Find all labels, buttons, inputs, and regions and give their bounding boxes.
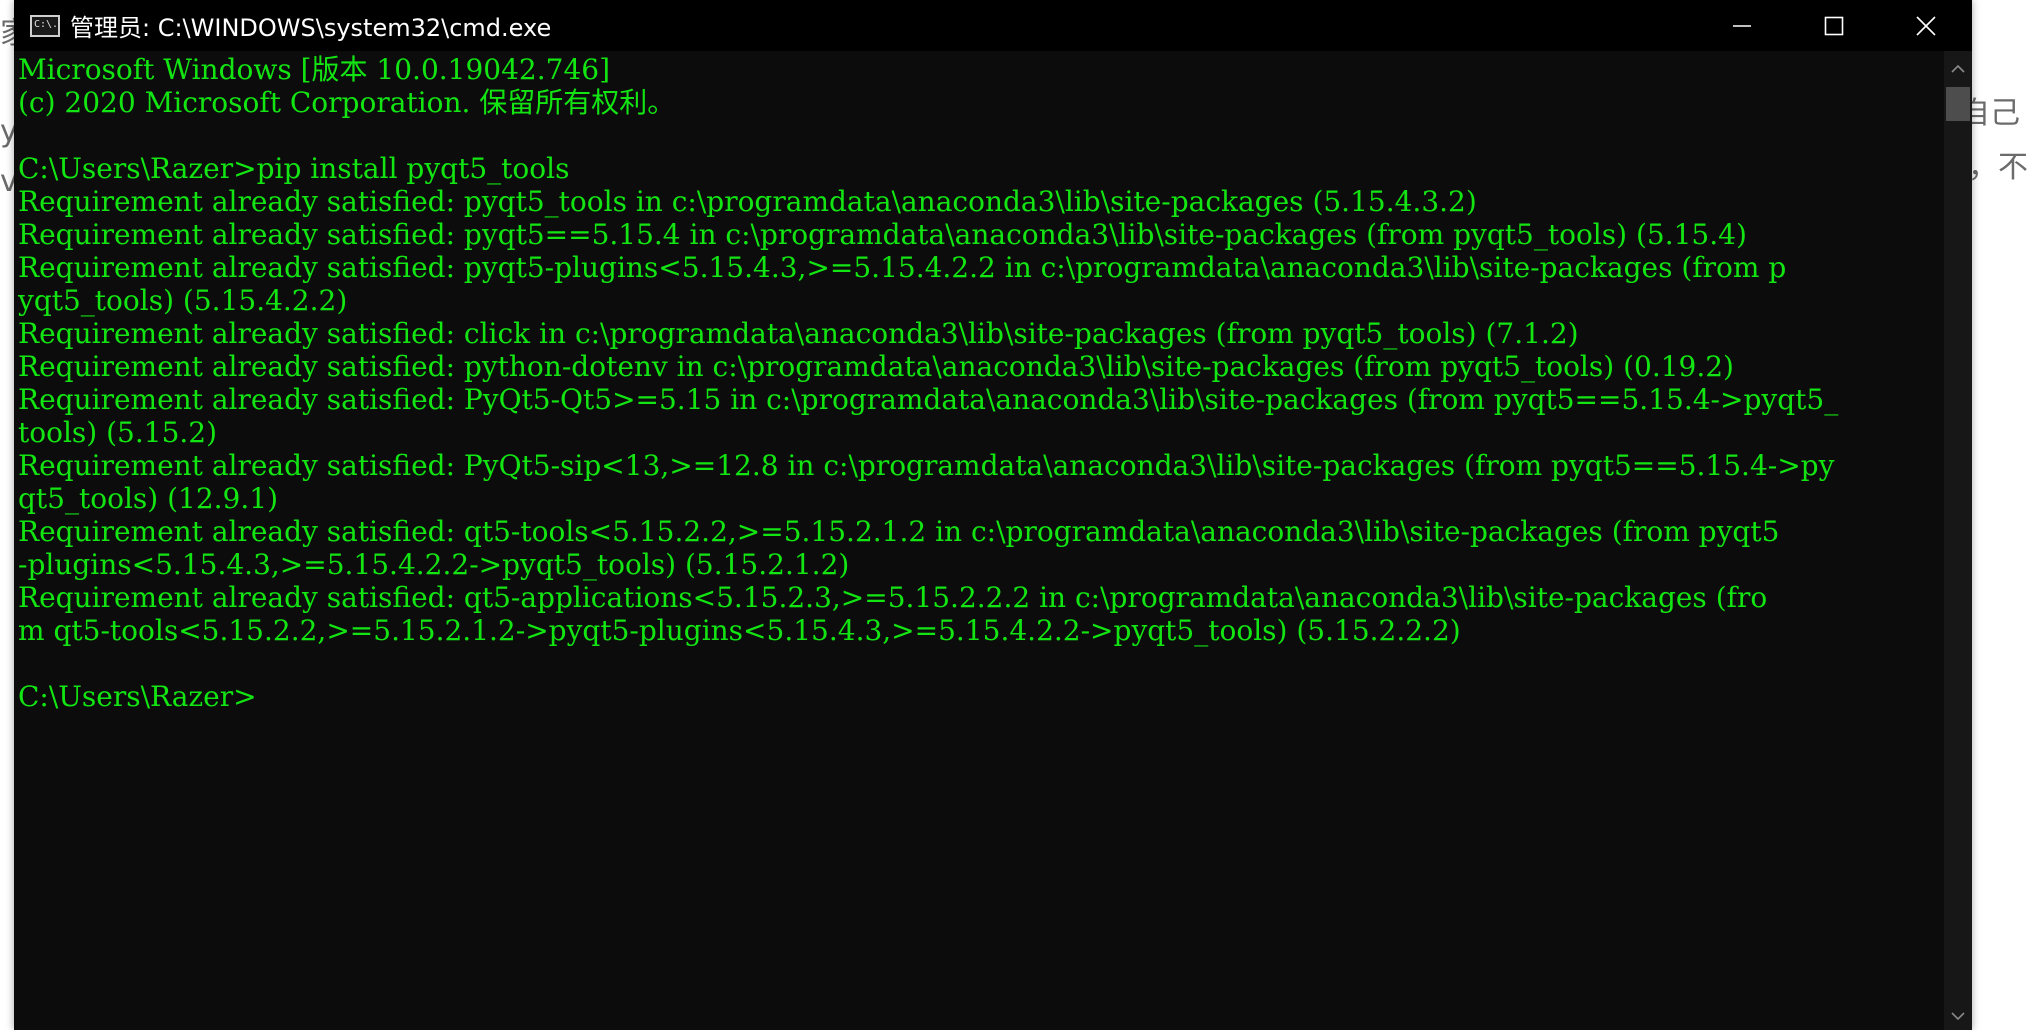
console-prompt[interactable]: C:\Users\Razer> — [18, 680, 257, 713]
title-bar[interactable]: C:\. 管理员: C:\WINDOWS\system32\cmd.exe — [14, 0, 1972, 51]
console-line: (c) 2020 Microsoft Corporation. 保留所有权利。 — [18, 86, 676, 119]
console-output[interactable]: Microsoft Windows [版本 10.0.19042.746] (c… — [14, 51, 1944, 1030]
console-line: Requirement already satisfied: click in … — [18, 317, 1579, 350]
console-line: -plugins<5.15.4.3,>=5.15.4.2.2->pyqt5_to… — [18, 548, 850, 581]
vertical-scrollbar[interactable] — [1944, 51, 1972, 1030]
console-line: Requirement already satisfied: python-do… — [18, 350, 1734, 383]
console-line: yqt5_tools) (5.15.4.2.2) — [18, 284, 348, 317]
console-line: qt5_tools) (12.9.1) — [18, 482, 279, 515]
close-icon — [1916, 15, 1936, 36]
maximize-icon — [1824, 16, 1844, 35]
window-controls — [1696, 0, 1972, 51]
chevron-down-icon — [1951, 1012, 1965, 1021]
console-line: Requirement already satisfied: PyQt5-Qt5… — [18, 383, 1839, 416]
console-line: Requirement already satisfied: pyqt5==5.… — [18, 218, 1747, 251]
console-line: C:\Users\Razer>pip install pyqt5_tools — [18, 152, 570, 185]
scroll-up-button[interactable] — [1944, 55, 1972, 83]
console-line: Requirement already satisfied: pyqt5-plu… — [18, 251, 1787, 284]
close-button[interactable] — [1880, 0, 1972, 51]
minimize-button[interactable] — [1696, 0, 1788, 51]
chevron-up-icon — [1951, 64, 1965, 73]
console-line: m qt5-tools<5.15.2.2,>=5.15.2.1.2->pyqt5… — [18, 614, 1461, 647]
cmd-window[interactable]: C:\. 管理员: C:\WINDOWS\system32\cmd.exe Mi… — [14, 0, 1972, 1030]
background-text: ，不 — [1968, 150, 2028, 185]
minimize-icon — [1733, 24, 1751, 27]
console-line: Requirement already satisfied: qt5-appli… — [18, 581, 1768, 614]
console-line: Microsoft Windows [版本 10.0.19042.746] — [18, 53, 610, 86]
console-line: Requirement already satisfied: qt5-tools… — [18, 515, 1780, 548]
scrollbar-thumb[interactable] — [1946, 87, 1970, 121]
console-app-icon[interactable]: C:\. — [30, 14, 60, 37]
console-line: tools) (5.15.2) — [18, 416, 218, 449]
console-line: Requirement already satisfied: PyQt5-sip… — [18, 449, 1835, 482]
window-title: 管理员: C:\WINDOWS\system32\cmd.exe — [70, 14, 552, 42]
maximize-button[interactable] — [1788, 0, 1880, 51]
scroll-down-button[interactable] — [1944, 1002, 1972, 1030]
console-line: Requirement already satisfied: pyqt5_too… — [18, 185, 1477, 218]
